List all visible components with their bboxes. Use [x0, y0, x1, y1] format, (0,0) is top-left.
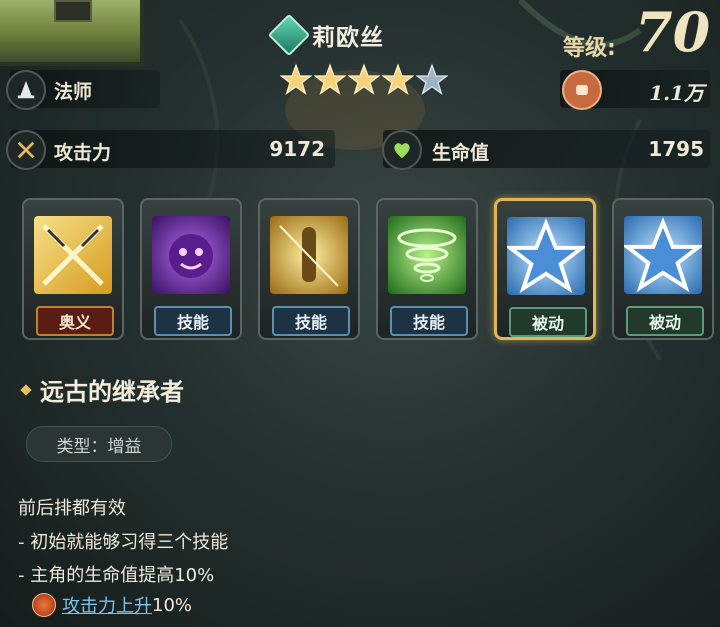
star-icon	[382, 63, 414, 96]
hp-label: 生命值	[432, 142, 490, 164]
buff-row: 攻击力上升 10%	[32, 592, 192, 618]
heart-icon	[382, 130, 422, 170]
skill-desc-line: 前后排都有效	[18, 498, 126, 519]
character-name: 莉欧丝	[312, 25, 384, 51]
wind-element-icon	[267, 13, 311, 57]
skill-card-passive-1[interactable]: 被动	[494, 198, 596, 340]
green-tornado-skill-icon	[388, 216, 466, 294]
skill-card-1[interactable]: 技能	[140, 198, 242, 340]
blue-star-skill-icon	[507, 217, 585, 295]
attack-label: 攻击力	[54, 142, 112, 164]
star-empty-icon	[416, 63, 448, 96]
skill-title-text: 远古的继承者	[40, 378, 184, 406]
skill-title: 远古的继承者	[20, 372, 184, 407]
skill-tag: 被动	[509, 307, 587, 337]
attack-value: 9172	[269, 137, 325, 161]
skill-tag: 被动	[626, 306, 704, 336]
star-icon	[280, 63, 312, 96]
star-icon	[314, 63, 346, 96]
class-label: 法师	[54, 81, 93, 103]
skill-card-ultimate[interactable]: 奥义	[22, 198, 124, 340]
character-portrait[interactable]	[0, 0, 144, 66]
blue-star-skill-icon	[624, 216, 702, 294]
hp-value: 1795	[648, 137, 704, 161]
skill-card-2[interactable]: 技能	[258, 198, 360, 340]
bullet-icon	[20, 383, 32, 396]
skill-tag: 技能	[272, 306, 350, 336]
skill-tag: 奥义	[36, 306, 114, 336]
crossed-swords-icon	[6, 130, 46, 170]
power-value: 1.1万	[649, 81, 704, 105]
level-label: 等级:	[563, 36, 616, 61]
skill-desc-line: - 初始就能够习得三个技能	[18, 532, 229, 553]
crossed-swords-skill-icon	[34, 216, 112, 294]
attack-buff-icon	[32, 593, 56, 617]
fist-icon	[562, 70, 602, 110]
purple-spirit-skill-icon	[152, 216, 230, 294]
skill-list: 奥义 技能 技能 技能 被动 被动	[22, 198, 714, 340]
level-value: 70	[635, 0, 711, 64]
skill-card-passive-2[interactable]: 被动	[612, 198, 714, 340]
mage-hat-icon	[6, 70, 46, 110]
buff-suffix: 10%	[152, 594, 193, 616]
skill-card-3[interactable]: 技能	[376, 198, 478, 340]
star-rating	[280, 63, 448, 97]
buff-link[interactable]: 攻击力上升	[62, 592, 152, 618]
star-icon	[348, 63, 380, 96]
skill-tag: 技能	[154, 306, 232, 336]
character-name-row: 莉欧丝	[267, 13, 384, 57]
skill-desc-line: - 主角的生命值提高10%	[18, 565, 215, 586]
golden-warrior-skill-icon	[270, 216, 348, 294]
skill-type-badge: 类型：增益	[26, 426, 172, 462]
skill-tag: 技能	[390, 306, 468, 336]
